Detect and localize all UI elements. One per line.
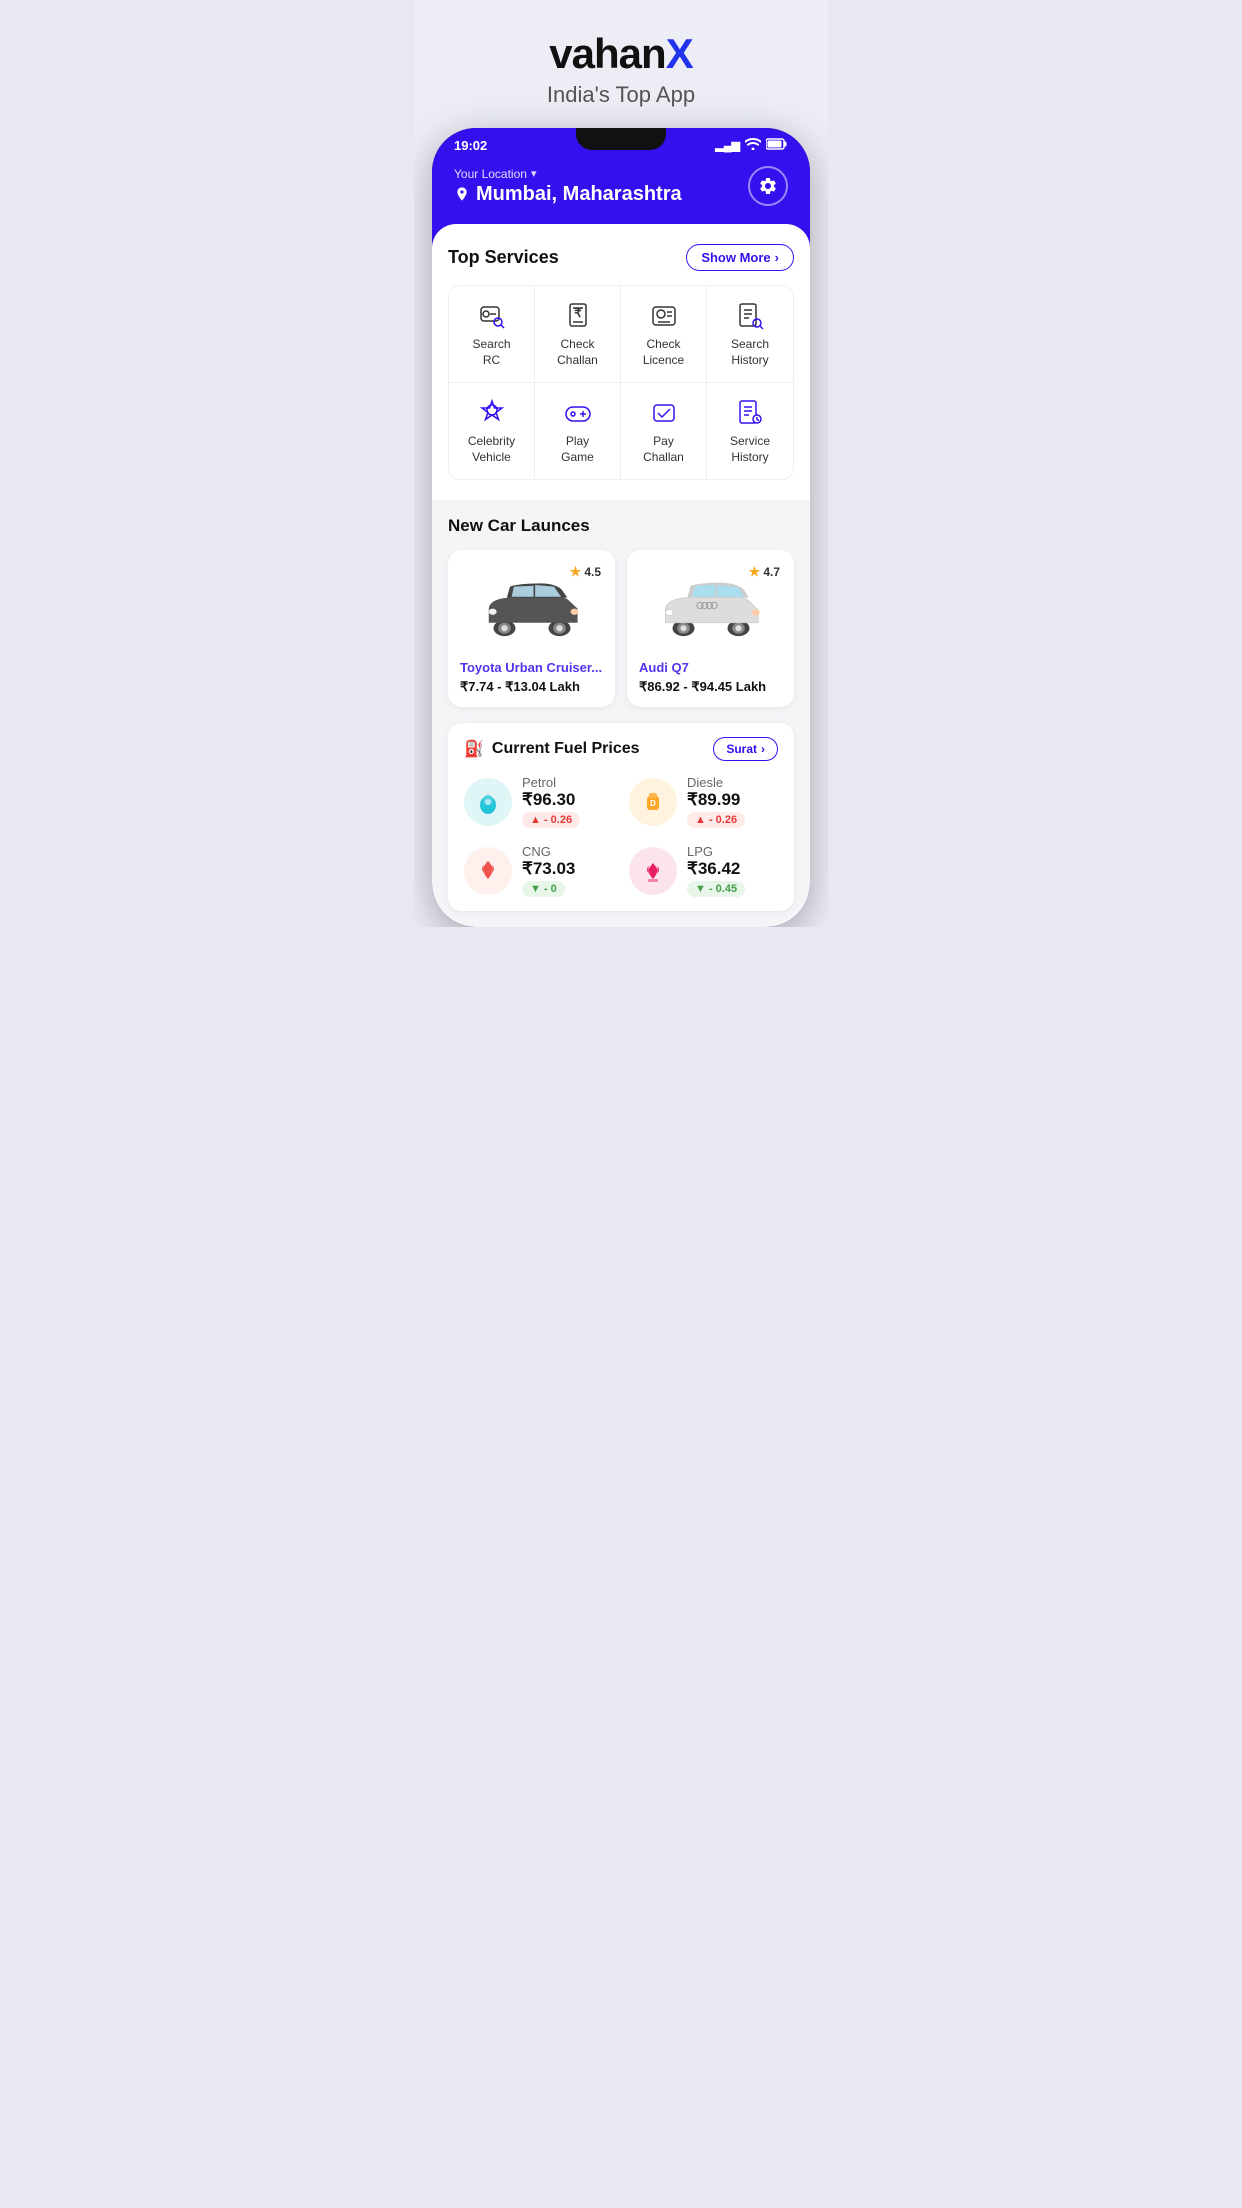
diesel-type: Diesle	[687, 775, 745, 790]
fuel-grid: Petrol ₹96.30 ▲ - 0.26 D	[464, 775, 778, 897]
car-image-container-audi: ★ 4.7	[639, 562, 782, 652]
fuel-item-petrol: Petrol ₹96.30 ▲ - 0.26	[464, 775, 613, 828]
car-name-audi: Audi Q7	[639, 660, 782, 675]
petrol-change: ▲ - 0.26	[522, 812, 580, 828]
diesel-change: ▲ - 0.26	[687, 812, 745, 828]
fuel-card: ⛽ Current Fuel Prices Surat ›	[448, 723, 794, 911]
location-city: Mumbai, Maharashtra	[454, 183, 682, 206]
status-time: 19:02	[454, 138, 487, 153]
city-selector-button[interactable]: Surat ›	[713, 737, 778, 761]
petrol-price: ₹96.30	[522, 790, 580, 810]
cng-info: CNG ₹73.03 ▼ - 0	[522, 844, 575, 897]
cng-change: ▼ - 0	[522, 881, 565, 897]
wifi-icon	[745, 138, 761, 153]
car-price-audi: ₹86.92 - ₹94.45 Lakh	[639, 679, 782, 695]
app-subtitle: India's Top App	[434, 82, 808, 108]
card-section: Top Services Show More ›	[432, 224, 810, 500]
services-grid: SearchRC ₹ CheckChallan	[448, 285, 794, 480]
fuel-header: ⛽ Current Fuel Prices Surat ›	[464, 737, 778, 761]
chevron-down-icon: ▾	[531, 167, 537, 180]
service-service-history-label: ServiceHistory	[730, 434, 770, 465]
diesel-info: Diesle ₹89.99 ▲ - 0.26	[687, 775, 745, 828]
lpg-price: ₹36.42	[687, 859, 745, 879]
city-chevron-icon: ›	[761, 742, 765, 756]
lpg-type: LPG	[687, 844, 745, 859]
app-title-text: vahan	[549, 30, 665, 77]
lpg-icon-circle	[629, 847, 677, 895]
service-celebrity-vehicle[interactable]: CelebrityVehicle	[449, 383, 535, 479]
fuel-prices-section: ⛽ Current Fuel Prices Surat ›	[432, 723, 810, 927]
service-search-rc[interactable]: SearchRC	[449, 286, 535, 383]
car-price-toyota: ₹7.74 - ₹13.04 Lakh	[460, 679, 603, 695]
petrol-info: Petrol ₹96.30 ▲ - 0.26	[522, 775, 580, 828]
fuel-title: ⛽ Current Fuel Prices	[464, 739, 640, 759]
new-car-launches-section: New Car Launces ★ 4.5	[432, 500, 810, 723]
svg-text:D: D	[650, 799, 656, 808]
pay-challan-icon	[648, 397, 680, 434]
service-check-challan-label: CheckChallan	[557, 337, 598, 368]
new-car-launches-title: New Car Launces	[448, 516, 794, 536]
car-name-toyota: Toyota Urban Cruiser...	[460, 660, 603, 675]
show-more-button[interactable]: Show More ›	[686, 244, 794, 271]
service-check-licence[interactable]: CheckLicence	[621, 286, 707, 383]
location-pin-icon	[454, 186, 470, 202]
lpg-info: LPG ₹36.42 ▼ - 0.45	[687, 844, 745, 897]
gear-button[interactable]	[748, 166, 788, 206]
check-licence-icon	[648, 300, 680, 337]
phone-screen: 19:02 ▂▄▆	[432, 128, 810, 927]
diesel-price: ₹89.99	[687, 790, 745, 810]
app-title-x: X	[666, 30, 693, 77]
star-icon-audi: ★	[749, 564, 761, 580]
diesel-icon-circle: D	[629, 778, 677, 826]
status-icons: ▂▄▆	[715, 138, 788, 153]
service-celebrity-vehicle-label: CelebrityVehicle	[468, 434, 515, 465]
service-search-history[interactable]: SearchHistory	[707, 286, 793, 383]
cars-row: ★ 4.5	[448, 550, 794, 723]
lpg-change: ▼ - 0.45	[687, 881, 745, 897]
fuel-item-diesel: D Diesle ₹89.99 ▲ - 0.26	[629, 775, 778, 828]
top-services-header: Top Services Show More ›	[448, 244, 794, 271]
fuel-item-cng: CNG ₹73.03 ▼ - 0	[464, 844, 613, 897]
service-service-history[interactable]: ServiceHistory	[707, 383, 793, 479]
notch	[576, 128, 666, 150]
service-play-game[interactable]: PlayGame	[535, 383, 621, 479]
car-rating-toyota: ★ 4.5	[570, 564, 601, 580]
celebrity-vehicle-icon	[476, 397, 508, 434]
car-rating-audi: ★ 4.7	[749, 564, 780, 580]
fuel-item-lpg: LPG ₹36.42 ▼ - 0.45	[629, 844, 778, 897]
battery-icon	[766, 138, 788, 153]
service-search-history-label: SearchHistory	[731, 337, 769, 368]
top-services-title: Top Services	[448, 247, 559, 268]
car-card-audi[interactable]: ★ 4.7	[627, 550, 794, 707]
star-icon-toyota: ★	[570, 564, 582, 580]
car-image-container-toyota: ★ 4.5	[460, 562, 603, 652]
service-check-challan[interactable]: ₹ CheckChallan	[535, 286, 621, 383]
service-history-icon	[734, 397, 766, 434]
phone-frame: 19:02 ▂▄▆	[432, 128, 810, 927]
play-game-icon	[562, 397, 594, 434]
service-play-game-label: PlayGame	[561, 434, 594, 465]
check-challan-icon: ₹	[562, 300, 594, 337]
petrol-icon-circle	[464, 778, 512, 826]
app-title: vahanX	[434, 30, 808, 78]
chevron-right-icon: ›	[775, 250, 779, 265]
cng-price: ₹73.03	[522, 859, 575, 879]
cng-icon-circle	[464, 847, 512, 895]
search-rc-icon	[476, 300, 508, 337]
signal-icon: ▂▄▆	[715, 139, 740, 152]
fuel-pump-icon: ⛽	[464, 739, 484, 759]
location-bar: Your Location ▾ Mumbai, Maharashtra	[432, 158, 810, 224]
service-check-licence-label: CheckLicence	[643, 337, 684, 368]
search-history-icon	[734, 300, 766, 337]
petrol-type: Petrol	[522, 775, 580, 790]
service-pay-challan-label: PayChallan	[643, 434, 684, 465]
service-search-rc-label: SearchRC	[472, 337, 510, 368]
location-label[interactable]: Your Location ▾	[454, 167, 682, 181]
car-card-toyota[interactable]: ★ 4.5	[448, 550, 615, 707]
service-pay-challan[interactable]: PayChallan	[621, 383, 707, 479]
app-header: vahanX India's Top App	[414, 0, 828, 128]
page-wrapper: vahanX India's Top App 19:02 ▂▄▆	[414, 0, 828, 927]
cng-type: CNG	[522, 844, 575, 859]
